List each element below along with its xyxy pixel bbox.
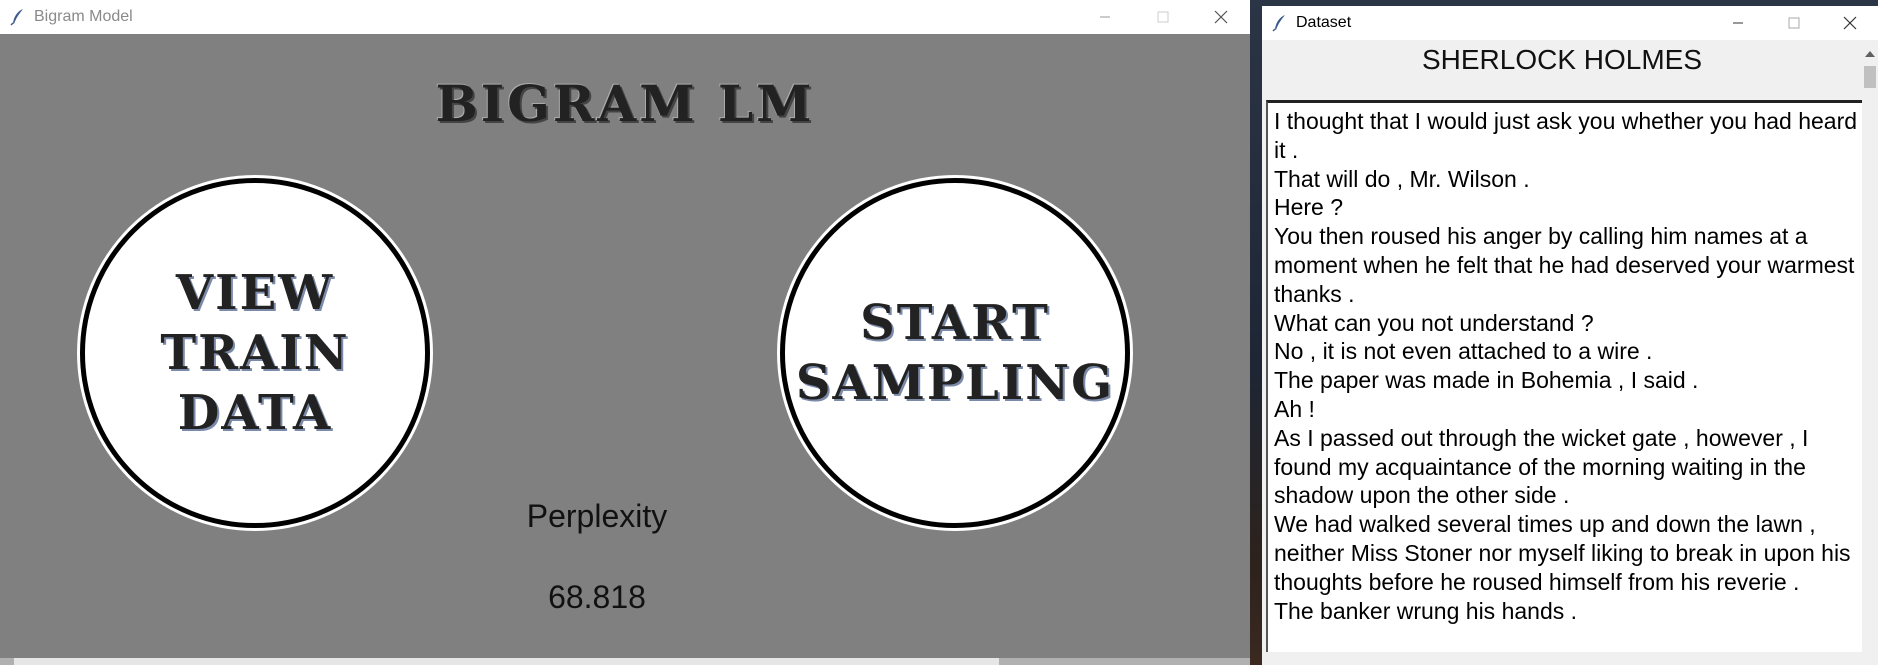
dataset-line: The banker wrung his hands . xyxy=(1274,597,1578,624)
close-icon xyxy=(1843,16,1857,30)
bigram-model-window: Bigram Model BIGRAM LM VIEW TRAIN DATA S… xyxy=(0,0,1250,665)
dataset-line: That will do , Mr. Wilson . xyxy=(1274,165,1530,192)
perplexity-label: Perplexity xyxy=(526,498,668,534)
maximize-button[interactable] xyxy=(1766,6,1822,40)
bigram-client-area: BIGRAM LM VIEW TRAIN DATA START SAMPLING… xyxy=(0,34,1250,658)
maximize-icon xyxy=(1157,11,1169,23)
maximize-button[interactable] xyxy=(1134,0,1192,34)
start-button-line1: START xyxy=(860,295,1050,351)
dataset-line: As I passed out through the wicket gate … xyxy=(1274,424,1809,509)
minimize-button[interactable] xyxy=(1076,0,1134,34)
perplexity-value: 68.818 xyxy=(548,579,646,615)
scroll-up-icon[interactable] xyxy=(1862,46,1878,62)
title-bar[interactable]: Dataset xyxy=(1262,6,1878,40)
close-button[interactable] xyxy=(1192,0,1250,34)
scrollbar-thumb[interactable] xyxy=(1864,66,1876,88)
dataset-line: What can you not understand ? xyxy=(1274,309,1594,336)
feather-icon xyxy=(1272,14,1288,32)
bottom-edge xyxy=(0,658,1250,665)
minimize-icon xyxy=(1099,11,1111,23)
dataset-line: Ah ! xyxy=(1274,395,1315,422)
dataset-line: I thought that I would just ask you whet… xyxy=(1274,108,1858,163)
app-title: BIGRAM LM xyxy=(435,74,815,133)
dataset-text-area[interactable]: I thought that I would just ask you whet… xyxy=(1266,100,1866,652)
view-button-line2: TRAIN DATA xyxy=(160,325,350,441)
view-button-line1: VIEW xyxy=(175,265,335,321)
window-title: Dataset xyxy=(1296,14,1352,31)
dataset-line: You then roused his anger by calling him… xyxy=(1274,223,1855,307)
dataset-line: We had walked several times up and down … xyxy=(1274,511,1851,595)
title-bar[interactable]: Bigram Model xyxy=(0,0,1250,34)
dataset-heading: SHERLOCK HOLMES xyxy=(1421,44,1703,75)
dataset-window: Dataset SHERLOCK HOLMES I thought that I… xyxy=(1262,6,1878,665)
feather-icon xyxy=(10,8,26,26)
start-sampling-button[interactable]: START SAMPLING xyxy=(780,178,1130,528)
vertical-scrollbar[interactable] xyxy=(1862,40,1878,660)
view-train-data-button[interactable]: VIEW TRAIN DATA xyxy=(80,178,430,528)
start-button-line2: SAMPLING xyxy=(795,355,1115,411)
maximize-icon xyxy=(1788,17,1800,29)
dataset-line: The paper was made in Bohemia , I said . xyxy=(1274,367,1699,394)
close-icon xyxy=(1214,10,1228,24)
close-button[interactable] xyxy=(1822,6,1878,40)
dataset-line: No , it is not even attached to a wire . xyxy=(1274,338,1653,365)
minimize-icon xyxy=(1732,17,1744,29)
dataset-line: Here ? xyxy=(1274,194,1344,221)
minimize-button[interactable] xyxy=(1710,6,1766,40)
horizontal-scrollbar[interactable] xyxy=(14,658,999,665)
window-title: Bigram Model xyxy=(34,8,133,25)
